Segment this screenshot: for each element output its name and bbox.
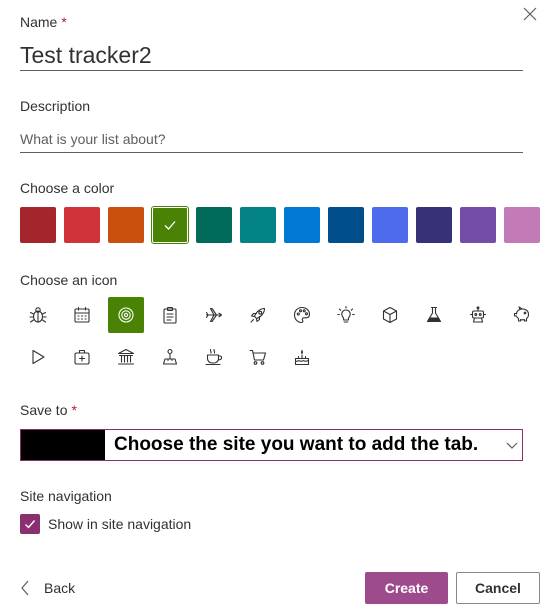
redacted-block bbox=[21, 430, 105, 460]
color-picker-label: Choose a color bbox=[20, 180, 115, 196]
checkmark-icon bbox=[25, 520, 36, 529]
cancel-button[interactable]: Cancel bbox=[456, 572, 540, 604]
flask-icon bbox=[426, 306, 442, 323]
chevron-left-icon bbox=[21, 580, 29, 596]
icon-option[interactable] bbox=[64, 339, 100, 375]
required-marker: * bbox=[71, 402, 77, 418]
icon-option[interactable] bbox=[108, 297, 144, 333]
icon-grid bbox=[20, 297, 545, 381]
color-swatch[interactable] bbox=[108, 207, 144, 243]
name-label: Name * bbox=[20, 14, 67, 30]
required-marker: * bbox=[61, 14, 67, 30]
color-swatch[interactable] bbox=[196, 207, 232, 243]
play-icon bbox=[32, 349, 45, 365]
icon-option[interactable] bbox=[152, 339, 188, 375]
icon-option[interactable] bbox=[372, 297, 408, 333]
icon-picker-label: Choose an icon bbox=[20, 272, 118, 288]
airplane-icon bbox=[205, 307, 223, 323]
calendar-icon bbox=[74, 306, 90, 323]
bank-icon bbox=[117, 348, 135, 365]
clipboard-icon bbox=[163, 306, 177, 324]
save-to-value: Choose the site you want to add the tab. bbox=[114, 434, 479, 455]
cube-icon bbox=[382, 306, 398, 324]
icon-option[interactable] bbox=[20, 339, 56, 375]
icon-option[interactable] bbox=[328, 297, 364, 333]
color-swatch[interactable] bbox=[328, 207, 364, 243]
color-swatch[interactable] bbox=[504, 207, 540, 243]
color-swatch[interactable] bbox=[284, 207, 320, 243]
icon-option[interactable] bbox=[152, 297, 188, 333]
icon-option[interactable] bbox=[108, 339, 144, 375]
cake-icon bbox=[294, 349, 310, 366]
color-swatch[interactable] bbox=[372, 207, 408, 243]
piggy-bank-icon bbox=[513, 306, 530, 322]
save-to-dropdown[interactable]: Choose the site you want to add the tab. bbox=[20, 429, 523, 461]
icon-option[interactable] bbox=[240, 339, 276, 375]
icon-option[interactable] bbox=[284, 297, 320, 333]
close-icon bbox=[523, 7, 537, 21]
color-swatch[interactable] bbox=[151, 206, 189, 244]
color-swatch[interactable] bbox=[20, 207, 56, 243]
back-label: Back bbox=[44, 580, 76, 596]
robot-icon bbox=[469, 306, 487, 323]
icon-option[interactable] bbox=[460, 297, 496, 333]
icon-option[interactable] bbox=[416, 297, 452, 333]
icon-option[interactable] bbox=[20, 297, 56, 333]
color-swatch[interactable] bbox=[240, 207, 276, 243]
description-label: Description bbox=[20, 98, 91, 114]
site-navigation-label: Site navigation bbox=[20, 488, 112, 504]
color-swatches bbox=[20, 206, 540, 244]
palette-icon bbox=[293, 306, 311, 324]
icon-option[interactable] bbox=[504, 297, 540, 333]
save-to-label-text: Save to bbox=[20, 402, 68, 418]
color-swatch[interactable] bbox=[460, 207, 496, 243]
description-input[interactable] bbox=[20, 126, 523, 153]
icon-option[interactable] bbox=[196, 297, 232, 333]
close-button[interactable] bbox=[519, 3, 541, 25]
name-label-text: Name bbox=[20, 14, 58, 30]
save-to-label: Save to * bbox=[20, 402, 77, 418]
shopping-cart-icon bbox=[249, 349, 267, 365]
name-input[interactable] bbox=[20, 40, 523, 71]
first-aid-icon bbox=[74, 349, 90, 365]
icon-option[interactable] bbox=[64, 297, 100, 333]
rocket-icon bbox=[250, 307, 266, 323]
icon-option[interactable] bbox=[240, 297, 276, 333]
color-swatch[interactable] bbox=[64, 207, 100, 243]
bug-icon bbox=[29, 307, 47, 323]
create-button[interactable]: Create bbox=[365, 572, 448, 604]
icon-option[interactable] bbox=[284, 339, 320, 375]
icon-option[interactable] bbox=[196, 339, 232, 375]
checkmark-icon bbox=[164, 221, 176, 230]
coffee-cup-icon bbox=[205, 348, 223, 366]
chevron-down-icon bbox=[506, 442, 518, 449]
lightbulb-icon bbox=[337, 305, 355, 323]
show-in-nav-label: Show in site navigation bbox=[48, 516, 192, 532]
back-button[interactable]: Back bbox=[20, 577, 75, 599]
target-icon bbox=[118, 307, 134, 323]
color-swatch[interactable] bbox=[416, 207, 452, 243]
show-in-nav-checkbox[interactable] bbox=[20, 514, 40, 534]
joystick-icon bbox=[162, 348, 178, 365]
